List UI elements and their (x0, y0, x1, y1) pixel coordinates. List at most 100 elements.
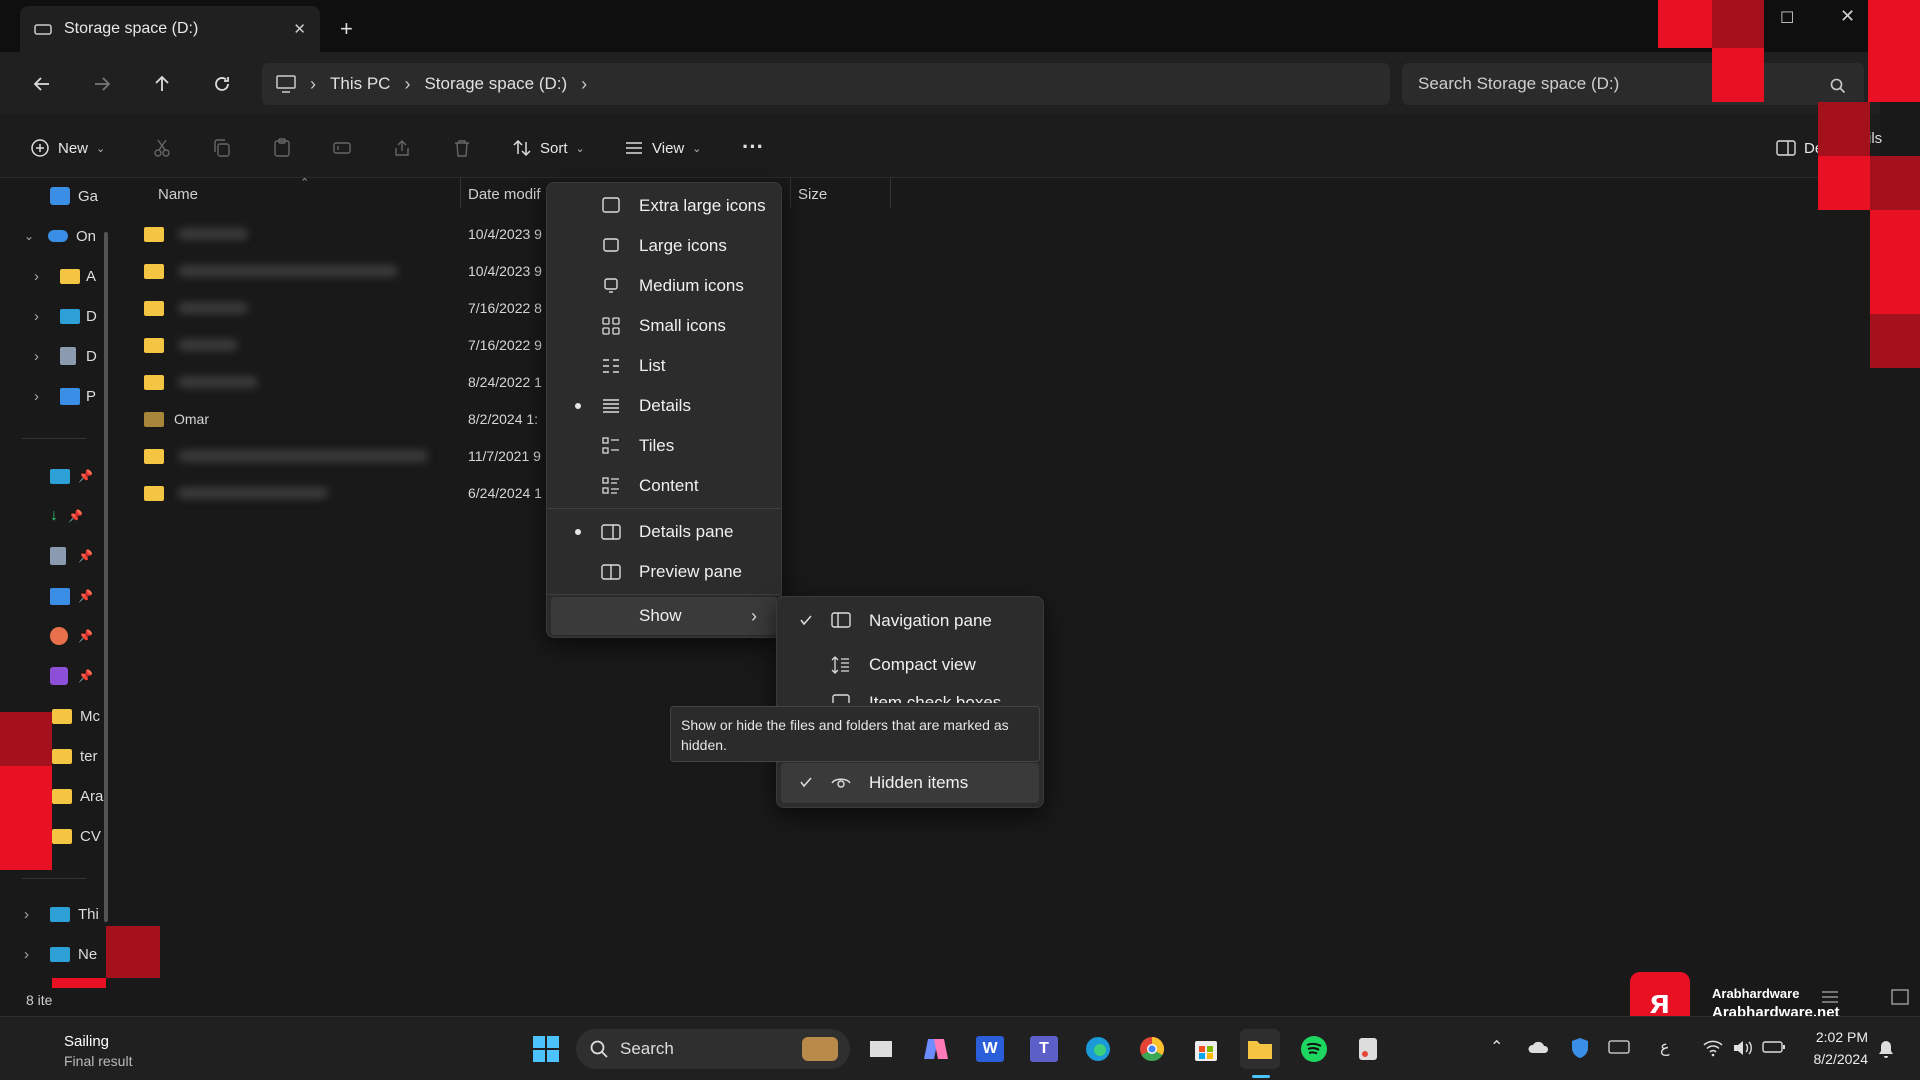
maximize-button[interactable]: ☐ (1780, 8, 1794, 28)
list-icon (601, 356, 623, 376)
task-view-icon[interactable] (862, 1029, 902, 1069)
menu-show[interactable]: Show › (551, 597, 777, 635)
folder-icon (52, 708, 72, 724)
taskbar-search[interactable]: Search (576, 1029, 850, 1069)
onedrive-tray-icon[interactable] (1528, 1039, 1550, 1055)
file-row[interactable]: 10/4/2023 9 (140, 253, 560, 289)
submenu-compact-view[interactable]: Compact view (781, 645, 1039, 685)
menu-extra-large-icons[interactable]: Extra large icons (551, 187, 777, 225)
copy-icon[interactable] (210, 136, 234, 160)
sort-button[interactable]: Sort ⌄ (504, 128, 593, 168)
sidebar-scrollbar[interactable] (104, 232, 108, 922)
active-indicator (1252, 1075, 1270, 1078)
tiles-view-toggle-icon[interactable] (1888, 986, 1912, 1008)
column-size[interactable]: Size (798, 186, 827, 203)
chevron-up-icon[interactable]: ⌃ (1490, 1037, 1503, 1057)
new-tab-button[interactable]: + (340, 16, 353, 42)
breadcrumb-storage[interactable]: Storage space (D:) (424, 74, 567, 94)
menu-small-icons[interactable]: Small icons (551, 307, 777, 345)
column-divider[interactable] (790, 178, 791, 208)
file-row[interactable]: 8/24/2022 1 (140, 364, 560, 400)
back-icon[interactable] (28, 70, 56, 98)
file-row[interactable]: 7/16/2022 8 (140, 290, 560, 326)
column-divider[interactable] (460, 178, 461, 208)
eye-icon (831, 773, 851, 793)
sidebar-item-onedrive[interactable]: ⌄ On (24, 218, 134, 254)
start-icon[interactable] (526, 1029, 566, 1069)
sidebar-item-pictures[interactable]: › P (34, 378, 144, 414)
defender-icon[interactable] (1570, 1037, 1590, 1059)
weather-title[interactable]: Sailing (64, 1033, 109, 1050)
folder-icon (52, 748, 72, 764)
up-icon[interactable] (148, 70, 176, 98)
search-icon[interactable] (1826, 74, 1850, 98)
view-button[interactable]: View ⌄ (616, 128, 709, 168)
file-row[interactable]: 10/4/2023 9 (140, 216, 560, 252)
submenu-navigation-pane[interactable]: Navigation pane (781, 601, 1039, 641)
chevron-right-icon: › (34, 387, 39, 405)
volume-icon[interactable] (1732, 1039, 1754, 1057)
more-options-button[interactable]: ··· (742, 134, 764, 160)
menu-content[interactable]: Content (551, 467, 777, 505)
rename-icon[interactable] (330, 136, 354, 160)
breadcrumb-this-pc[interactable]: This PC (330, 74, 390, 94)
column-date[interactable]: Date modif (468, 186, 541, 203)
battery-icon[interactable] (1762, 1039, 1786, 1055)
file-explorer-icon[interactable] (1240, 1029, 1280, 1069)
pin-icon: 📌 (78, 589, 93, 603)
details-pane-icon (601, 522, 623, 542)
forward-icon[interactable] (88, 70, 116, 98)
menu-large-icons[interactable]: Large icons (551, 227, 777, 265)
clock-date[interactable]: 8/2/2024 (1798, 1051, 1869, 1067)
tab-storage[interactable]: Storage space (D:) ✕ (20, 6, 320, 52)
store-icon[interactable] (1186, 1029, 1226, 1069)
navigation-pane-icon (831, 611, 851, 631)
snipping-tool-icon[interactable] (1348, 1029, 1388, 1069)
delete-icon[interactable] (450, 136, 474, 160)
file-row[interactable]: 7/16/2022 9 (140, 327, 560, 363)
close-button[interactable]: ✕ (1840, 6, 1855, 27)
column-divider[interactable] (890, 178, 891, 208)
language-indicator[interactable]: ع (1660, 1037, 1670, 1057)
menu-details[interactable]: Details (551, 387, 777, 425)
menu-separator (547, 508, 781, 509)
share-icon[interactable] (390, 136, 414, 160)
copilot-icon[interactable] (916, 1029, 956, 1069)
tab-close-icon[interactable]: ✕ (293, 20, 306, 38)
file-row[interactable]: 11/7/2021 9 (140, 438, 560, 474)
sidebar-item-a[interactable]: › A (34, 258, 144, 294)
menu-medium-icons[interactable]: Medium icons (551, 267, 777, 305)
word-icon[interactable]: W (970, 1029, 1010, 1069)
cut-icon[interactable] (150, 136, 174, 160)
notification-bell-icon[interactable] (1876, 1039, 1896, 1059)
address-bar[interactable]: › This PC › Storage space (D:) › (262, 63, 1390, 105)
clock-time[interactable]: 2:02 PM (1808, 1029, 1868, 1045)
submenu-item-check-boxes[interactable]: Item check boxes (781, 687, 1039, 703)
file-row[interactable]: Omar 8/2/2024 1: (140, 401, 560, 437)
file-row[interactable]: 6/24/2024 1 (140, 475, 560, 511)
column-name[interactable]: Name (158, 186, 198, 203)
teams-icon[interactable]: T (1024, 1029, 1064, 1069)
folder-icon (144, 448, 164, 464)
new-button[interactable]: New ⌄ (22, 128, 113, 168)
menu-preview-pane[interactable]: Preview pane (551, 553, 777, 591)
chevron-down-icon: ⌄ (24, 229, 35, 243)
submenu-hidden-items[interactable]: Hidden items (781, 763, 1039, 803)
view-menu: Extra large icons Large icons Medium ico… (546, 182, 782, 638)
chrome-icon[interactable] (1132, 1029, 1172, 1069)
sidebar-item-desktop[interactable]: › D (34, 298, 144, 334)
chevron-right-icon: › (24, 905, 29, 923)
paste-icon[interactable] (270, 136, 294, 160)
sidebar-item-documents[interactable]: › D (34, 338, 144, 374)
menu-details-pane[interactable]: Details pane (551, 513, 777, 551)
computer-icon (50, 906, 70, 922)
spotify-icon[interactable] (1294, 1029, 1334, 1069)
menu-tiles[interactable]: Tiles (551, 427, 777, 465)
refresh-icon[interactable] (208, 70, 236, 98)
edge-icon[interactable] (1078, 1029, 1118, 1069)
wifi-icon[interactable] (1702, 1039, 1724, 1057)
keyboard-icon[interactable] (1608, 1039, 1630, 1055)
search-input[interactable]: Search Storage space (D:) (1402, 63, 1864, 105)
sidebar-item-gallery[interactable]: Ga (50, 178, 160, 214)
menu-list[interactable]: List (551, 347, 777, 385)
